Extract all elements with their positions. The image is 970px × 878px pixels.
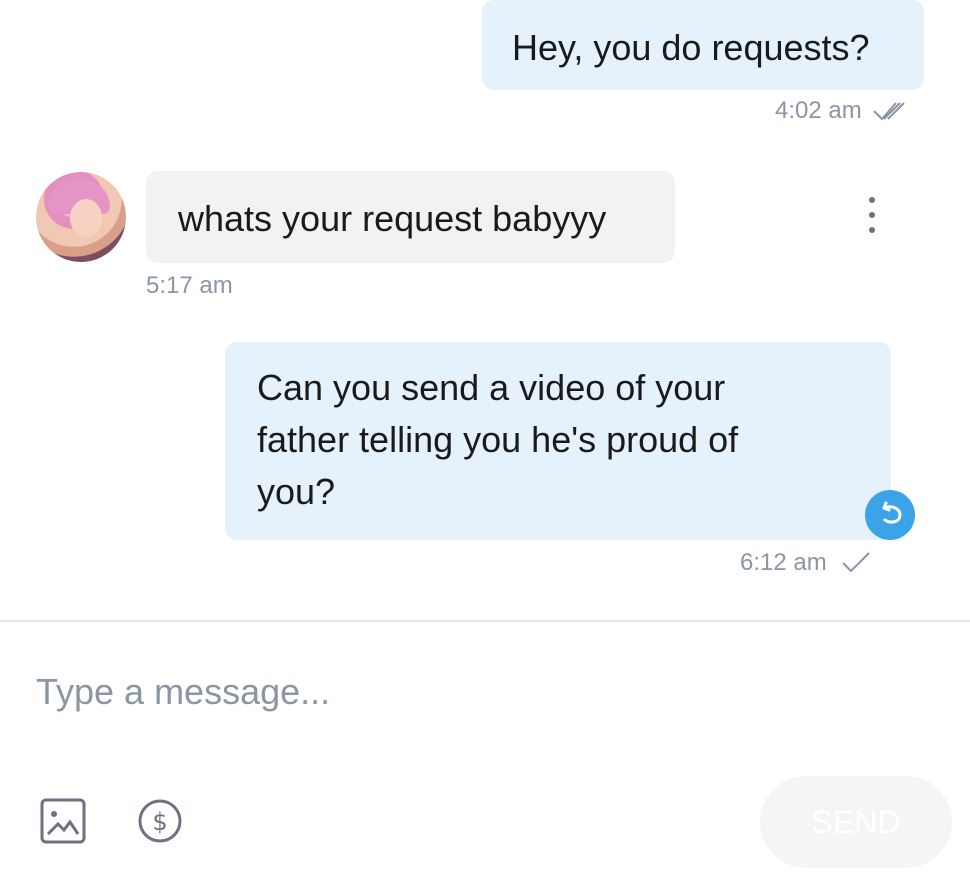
- message-timestamp: 4:02 am: [775, 97, 912, 125]
- double-check-icon: [873, 102, 905, 121]
- avatar-face: [70, 199, 102, 237]
- dollar-icon-graphic: $: [138, 799, 182, 843]
- message-timestamp: 6:12 am: [740, 549, 877, 577]
- kebab-dot: [869, 212, 875, 218]
- composer-divider: [0, 620, 970, 622]
- avatar[interactable]: [36, 172, 126, 262]
- undo-icon[interactable]: [865, 490, 915, 540]
- send-button[interactable]: SEND: [760, 776, 952, 868]
- message-input[interactable]: [36, 664, 916, 720]
- timestamp-text: 5:17 am: [146, 272, 233, 299]
- kebab-dot: [869, 227, 875, 233]
- undo-arrow-icon: [882, 501, 902, 524]
- check-icon: [842, 552, 870, 573]
- outgoing-message-bubble[interactable]: Can you send a video of your father tell…: [225, 342, 891, 540]
- message-text: Can you send a video of your father tell…: [257, 367, 739, 512]
- outgoing-message-bubble[interactable]: Hey, you do requests?: [482, 0, 924, 90]
- incoming-message-bubble[interactable]: whats your request babyyy: [146, 171, 675, 263]
- more-options-icon[interactable]: [860, 197, 884, 233]
- timestamp-text: 4:02 am: [775, 97, 862, 124]
- timestamp-text: 6:12 am: [740, 549, 827, 576]
- dollar-icon[interactable]: $: [137, 798, 183, 844]
- message-text: Hey, you do requests?: [512, 27, 870, 68]
- image-icon[interactable]: [40, 798, 86, 844]
- kebab-dot: [869, 197, 875, 203]
- message-text: whats your request babyyy: [178, 198, 607, 239]
- image-icon-graphic: [40, 798, 86, 844]
- svg-text:$: $: [152, 808, 167, 836]
- message-timestamp: 5:17 am: [146, 272, 233, 300]
